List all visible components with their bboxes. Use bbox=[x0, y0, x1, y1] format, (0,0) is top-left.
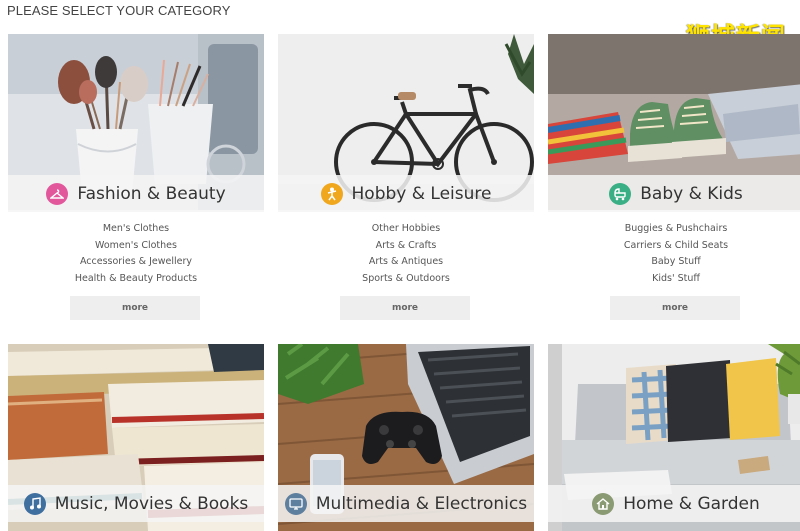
subcategory-link[interactable]: Health & Beauty Products bbox=[8, 271, 264, 288]
subcategory-link[interactable]: Men's Clothes bbox=[8, 221, 264, 238]
monitor-icon bbox=[284, 492, 307, 515]
subcategory-link[interactable]: Kids' Stuff bbox=[548, 271, 800, 288]
subcategory-link[interactable]: Accessories & Jewellery bbox=[8, 254, 264, 271]
page-heading: PLEASE SELECT YOUR CATEGORY bbox=[7, 3, 231, 18]
category-banner[interactable]: Multimedia & Electronics bbox=[278, 485, 534, 522]
house-icon bbox=[592, 492, 615, 515]
category-title: Home & Garden bbox=[623, 493, 760, 514]
more-button[interactable]: more bbox=[70, 296, 200, 320]
subcategory-link[interactable]: Arts & Crafts bbox=[278, 238, 534, 255]
stroller-icon bbox=[609, 182, 632, 205]
subcategory-link[interactable]: Baby Stuff bbox=[548, 254, 800, 271]
music-icon bbox=[23, 492, 46, 515]
category-title: Fashion & Beauty bbox=[77, 183, 226, 204]
subcategory-list: Men's Clothes Women's Clothes Accessorie… bbox=[8, 221, 264, 287]
subcategory-list: Other Hobbies Arts & Crafts Arts & Antiq… bbox=[278, 221, 534, 287]
category-title: Baby & Kids bbox=[640, 183, 743, 204]
category-banner[interactable]: Hobby & Leisure bbox=[278, 175, 534, 212]
category-title: Multimedia & Electronics bbox=[315, 493, 528, 514]
subcategory-link[interactable]: Women's Clothes bbox=[8, 238, 264, 255]
person-leisure-icon bbox=[320, 182, 343, 205]
category-title: Music, Movies & Books bbox=[54, 493, 249, 514]
category-banner[interactable]: Home & Garden bbox=[548, 485, 800, 522]
category-title: Hobby & Leisure bbox=[351, 183, 492, 204]
more-button[interactable]: more bbox=[340, 296, 470, 320]
subcategory-link[interactable]: Carriers & Child Seats bbox=[548, 238, 800, 255]
hanger-icon bbox=[46, 182, 69, 205]
subcategory-link[interactable]: Sports & Outdoors bbox=[278, 271, 534, 288]
subcategory-list: Buggies & Pushchairs Carriers & Child Se… bbox=[548, 221, 800, 287]
category-banner[interactable]: Fashion & Beauty bbox=[8, 175, 264, 212]
more-button[interactable]: more bbox=[610, 296, 740, 320]
category-banner[interactable]: Baby & Kids bbox=[548, 175, 800, 212]
subcategory-link[interactable]: Arts & Antiques bbox=[278, 254, 534, 271]
subcategory-link[interactable]: Buggies & Pushchairs bbox=[548, 221, 800, 238]
subcategory-link[interactable]: Other Hobbies bbox=[278, 221, 534, 238]
category-banner[interactable]: Music, Movies & Books bbox=[8, 485, 264, 522]
